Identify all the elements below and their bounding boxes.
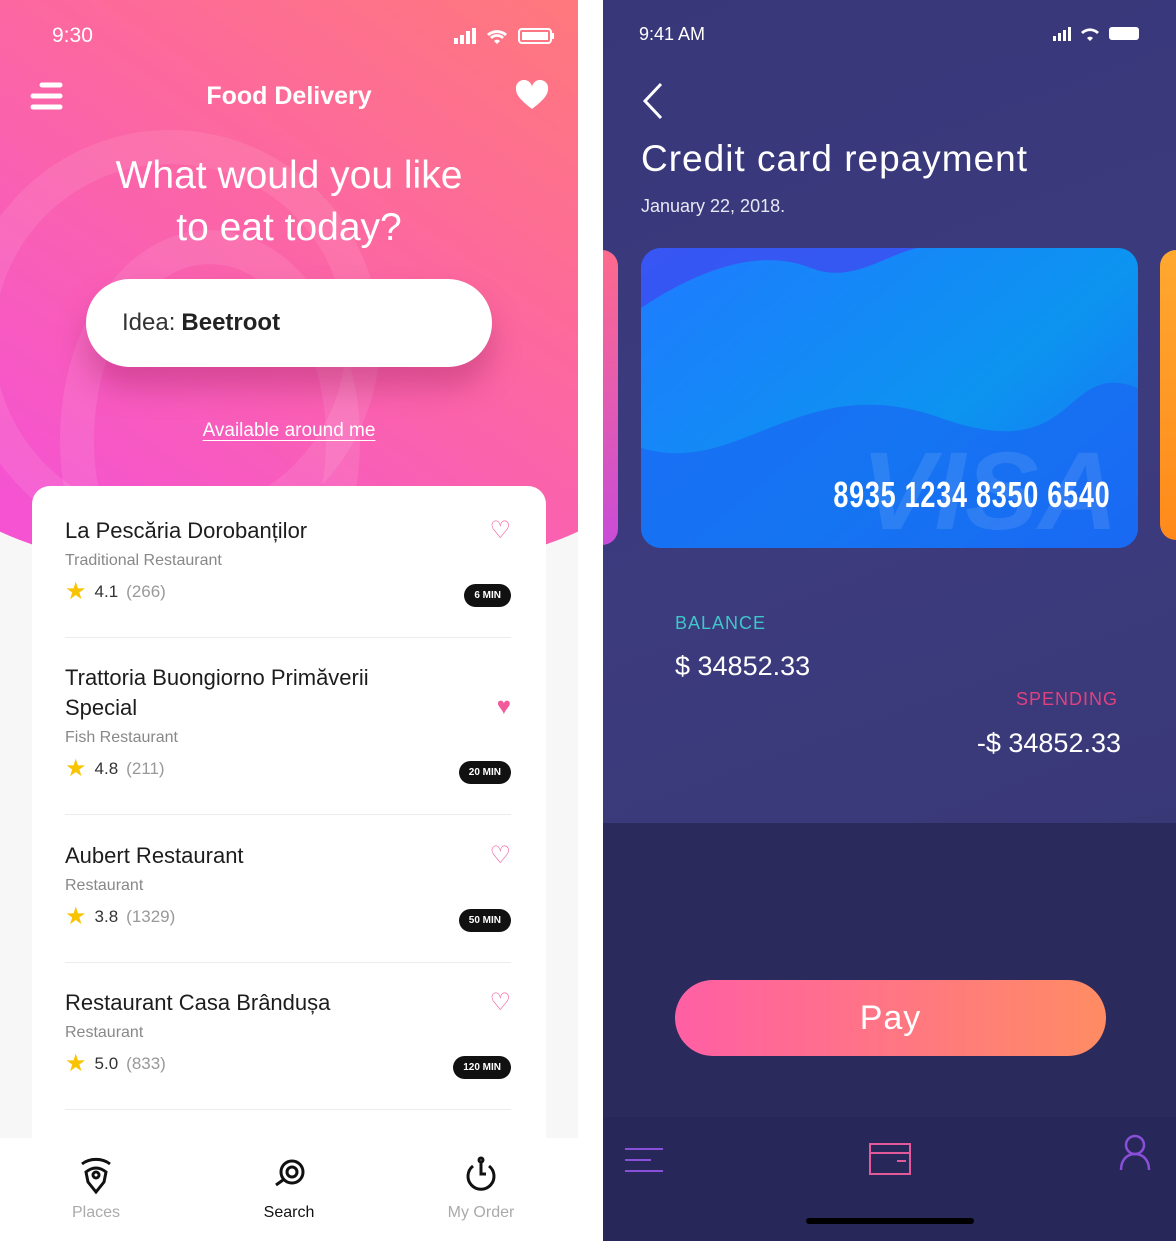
card-number: 8935 1234 8350 6540 [832, 474, 1110, 515]
date: January 22, 2018. [641, 196, 786, 216]
restaurant-name: Trattoria Buongiorno Primăverii Special [65, 665, 369, 720]
list-item[interactable]: Restaurant Casa Brândușa ♡ Restaurant ★ 5… [65, 988, 511, 1110]
restaurant-type: Fish Restaurant [65, 729, 178, 746]
time-badge: 120 MIN [453, 1056, 511, 1079]
places-icon [81, 1157, 111, 1195]
app-title: Food Delivery [206, 82, 372, 110]
rating: 5.0 [94, 1054, 119, 1073]
restaurant-name: Aubert Restaurant [65, 843, 244, 868]
star-icon: ★ [65, 903, 87, 930]
search-icon [275, 1159, 305, 1187]
page-title: Credit card repayment [641, 138, 1029, 179]
list-item[interactable]: La Pescăria Dorobanților ♡ Traditional R… [65, 516, 511, 638]
credit-card-screen: 9:41 AM Credit card repayment January 22… [603, 0, 1176, 1241]
status-icons [1053, 27, 1139, 41]
time-badge: 6 MIN [464, 584, 511, 607]
card-icon[interactable] [869, 1143, 911, 1175]
rating: 4.1 [94, 582, 119, 601]
review-count: (266) [126, 582, 166, 601]
spending-label: SPENDING [1015, 689, 1118, 709]
restaurant-name: Restaurant Casa Brândușa [65, 990, 331, 1015]
restaurant-list: La Pescăria Dorobanților ♡ Traditional R… [32, 486, 546, 1186]
bottom-nav [603, 1117, 1176, 1241]
rating: 3.8 [94, 907, 119, 926]
review-count: (211) [126, 759, 165, 778]
status-icons [454, 28, 554, 44]
restaurant-name: La Pescăria Dorobanților [65, 518, 308, 543]
back-chevron-icon[interactable] [641, 82, 665, 120]
nav-search[interactable]: Search [219, 1156, 359, 1222]
time-badge: 50 MIN [458, 909, 511, 932]
rating: 4.8 [94, 759, 119, 778]
time-badge: 20 MIN [458, 761, 511, 784]
status-time: 9:41 AM [639, 24, 706, 44]
headline: What would you like to eat today? [115, 154, 463, 249]
list-item[interactable]: Aubert Restaurant ♡ Restaurant ★ 3.8 (1329… [65, 841, 511, 963]
spending-value: -$ 34852.33 [976, 728, 1121, 758]
star-icon: ★ [65, 1050, 87, 1077]
list-item[interactable]: Trattoria Buongiorno Primăverii Special … [65, 663, 511, 815]
bottom-nav: Places Search My Order [0, 1138, 578, 1241]
review-count: (1329) [126, 907, 176, 926]
nav-places[interactable]: Places [26, 1156, 166, 1222]
heart-outline-icon[interactable]: ♡ [489, 988, 511, 1017]
available-around-me-link[interactable]: Available around me [203, 420, 376, 441]
previous-card[interactable] [603, 250, 618, 545]
balance-label: BALANCE [675, 613, 767, 633]
restaurant-type: Traditional Restaurant [65, 552, 222, 569]
heart-outline-icon[interactable]: ♡ [489, 516, 511, 545]
favorites-heart-icon[interactable] [515, 80, 549, 110]
food-delivery-screen: 9:30 Food Delivery What would you like to… [0, 0, 578, 1241]
restaurant-type: Restaurant [65, 1024, 144, 1041]
credit-card[interactable]: VISA 8935 1234 8350 6540 [641, 248, 1138, 548]
timer-icon [466, 1156, 496, 1191]
home-indicator [806, 1218, 974, 1224]
search-input[interactable]: Idea: Beetroot [86, 279, 492, 367]
restaurant-type: Restaurant [65, 877, 144, 894]
nav-my-order[interactable]: My Order [411, 1156, 551, 1222]
star-icon: ★ [65, 755, 87, 782]
status-time: 9:30 [52, 24, 93, 47]
star-icon: ★ [65, 578, 87, 605]
menu-icon[interactable] [625, 1147, 665, 1173]
next-card[interactable] [1160, 250, 1176, 540]
heart-outline-icon[interactable]: ♡ [489, 841, 511, 870]
balance-value: $ 34852.33 [675, 651, 811, 681]
user-icon[interactable] [1119, 1133, 1151, 1171]
review-count: (833) [126, 1054, 166, 1073]
pay-button[interactable]: Pay [675, 980, 1106, 1056]
heart-filled-icon[interactable]: ♥ [497, 693, 511, 721]
